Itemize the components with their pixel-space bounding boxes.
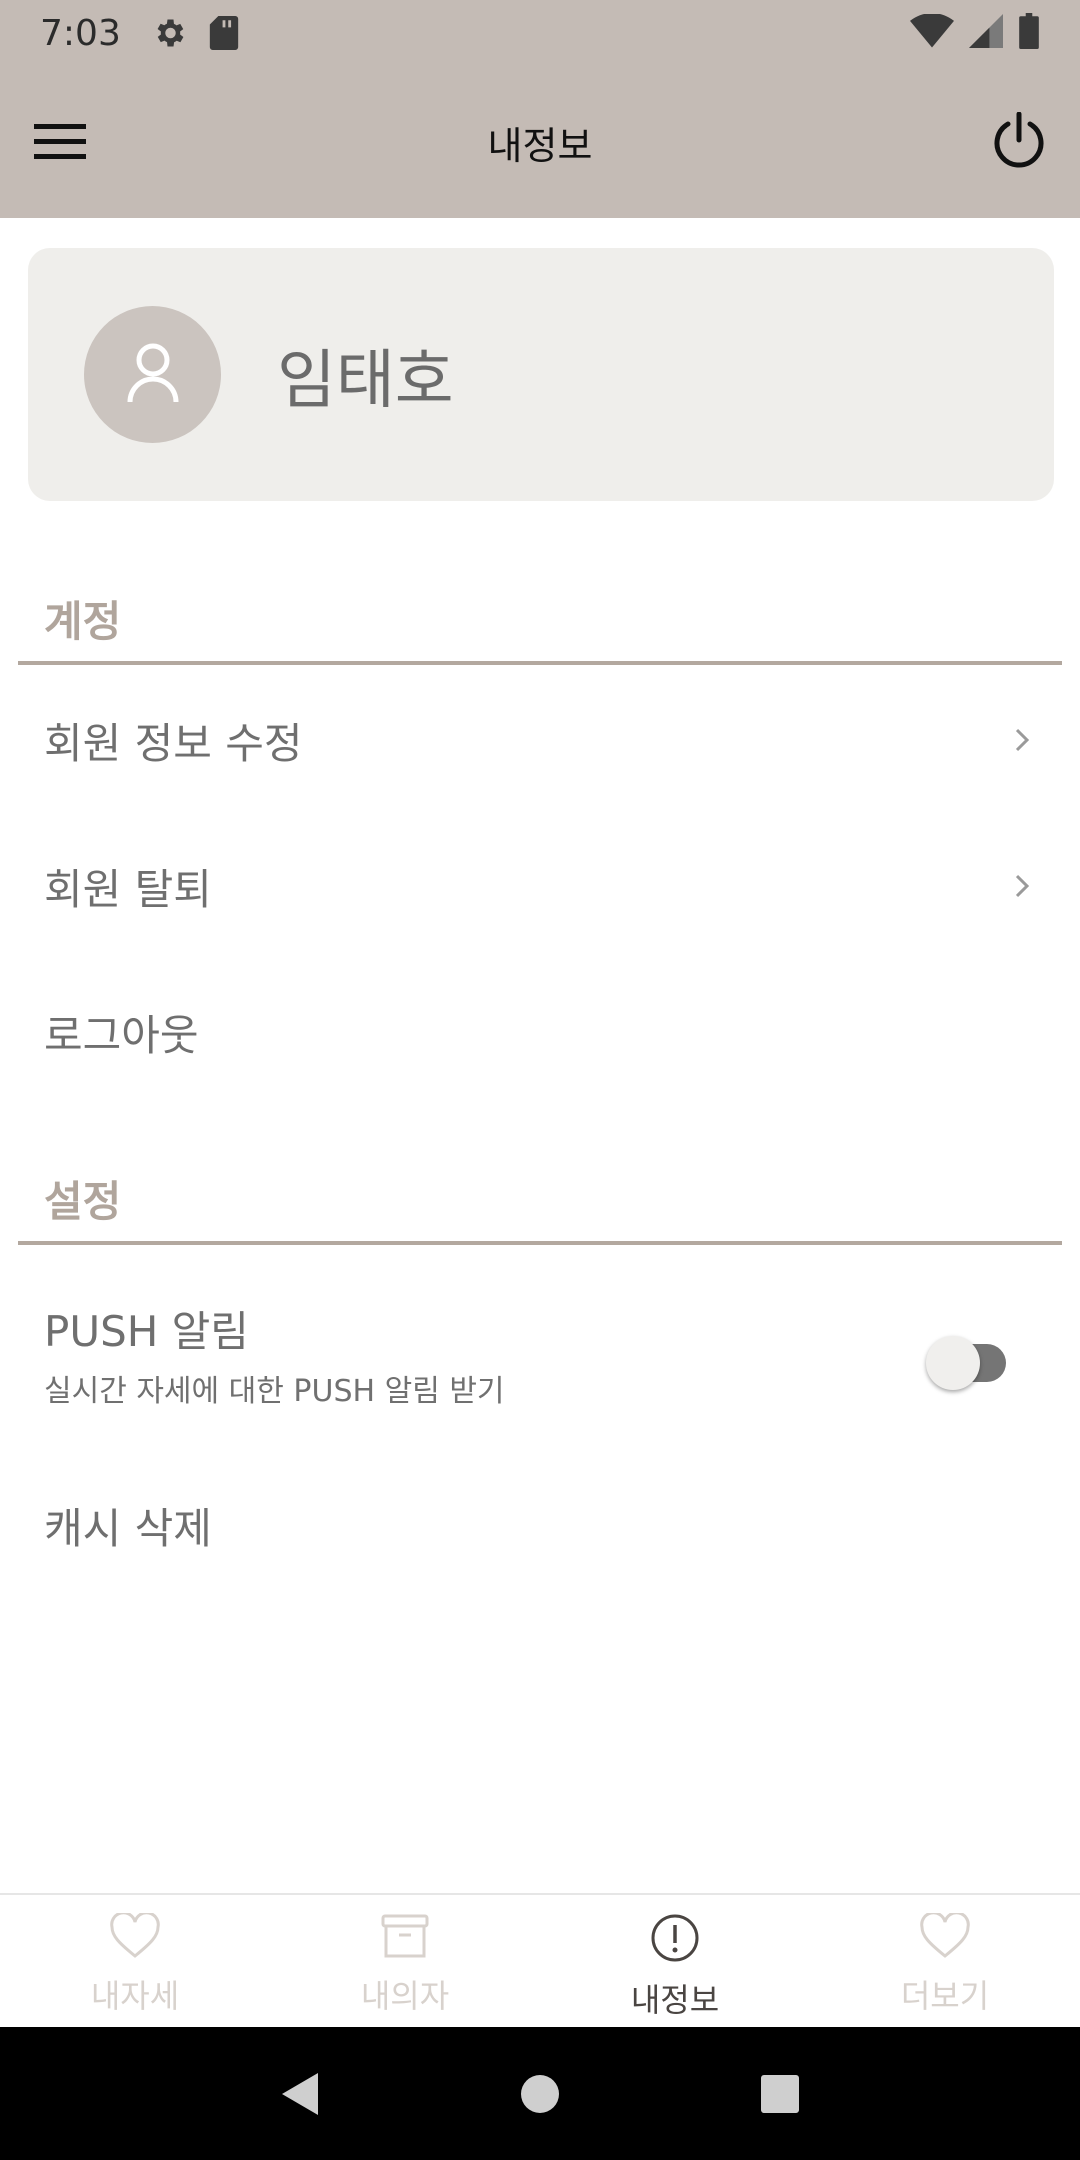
account-divider: [18, 661, 1062, 665]
nav-label: 내정보: [630, 1981, 720, 2019]
page-title: 내정보: [487, 123, 593, 168]
status-right-icons: [910, 13, 1040, 53]
withdraw-label: 회원 탈퇴: [44, 864, 212, 914]
nav-item-more[interactable]: 더보기: [810, 1895, 1080, 2027]
nav-item-my-posture[interactable]: 내자세: [0, 1895, 270, 2027]
battery-icon: [1018, 13, 1040, 53]
status-bar: 7:03: [0, 0, 1080, 66]
logout-row[interactable]: 로그아웃: [0, 959, 1080, 1105]
nav-label: 더보기: [900, 1977, 990, 2015]
app-bar: 내정보: [0, 66, 1080, 218]
settings-gear-icon: [151, 15, 187, 51]
back-triangle-icon[interactable]: [260, 2054, 340, 2134]
signal-icon: [968, 14, 1004, 52]
chevron-right-icon: [1014, 727, 1030, 753]
withdraw-row[interactable]: 회원 탈퇴: [0, 813, 1080, 959]
screen: 7:03 내정보 임태호 계정 회원 정보 수정 회원 탈퇴 로그아웃 설정 P…: [0, 0, 1080, 2160]
wifi-icon: [910, 13, 954, 52]
person-icon: [126, 342, 180, 408]
nav-label: 내자세: [90, 1977, 180, 2015]
bottom-navigation: 내자세 내의자 내정보 더보기: [0, 1893, 1080, 2027]
heart-icon: [109, 1911, 161, 1963]
push-toggle-thumb: [926, 1336, 980, 1390]
push-description: 실시간 자세에 대한 PUSH 알림 받기: [44, 1374, 505, 1409]
clear-cache-row[interactable]: 캐시 삭제: [0, 1452, 1080, 1598]
settings-section-title: 설정: [44, 1177, 122, 1226]
status-time: 7:03: [40, 12, 121, 54]
recents-square-icon[interactable]: [740, 2054, 820, 2134]
logout-label: 로그아웃: [44, 1010, 199, 1060]
nav-item-my-info[interactable]: 내정보: [540, 1895, 810, 2027]
hamburger-menu-icon[interactable]: [32, 114, 88, 170]
power-icon[interactable]: [986, 109, 1052, 175]
system-navigation-bar: [0, 2027, 1080, 2160]
home-circle-icon[interactable]: [500, 2054, 580, 2134]
clear-cache-label: 캐시 삭제: [44, 1503, 212, 1553]
sd-card-icon: [209, 16, 239, 50]
settings-divider: [18, 1241, 1062, 1245]
account-section-title: 계정: [44, 597, 122, 646]
nav-item-my-chair[interactable]: 내의자: [270, 1895, 540, 2027]
push-notification-row: PUSH 알림 실시간 자세에 대한 PUSH 알림 받기: [0, 1270, 1080, 1440]
push-toggle[interactable]: [926, 1326, 1006, 1390]
edit-profile-row[interactable]: 회원 정보 수정: [0, 667, 1080, 813]
info-alert-icon: [650, 1913, 700, 1967]
archive-box-icon: [380, 1913, 430, 1963]
profile-card: 임태호: [28, 248, 1054, 501]
chevron-right-icon: [1014, 873, 1030, 899]
nav-label: 내의자: [360, 1977, 450, 2015]
profile-name: 임태호: [277, 343, 454, 418]
avatar: [84, 306, 221, 443]
heart-icon: [919, 1911, 971, 1963]
edit-profile-label: 회원 정보 수정: [44, 718, 303, 768]
push-label: PUSH 알림: [44, 1307, 249, 1356]
